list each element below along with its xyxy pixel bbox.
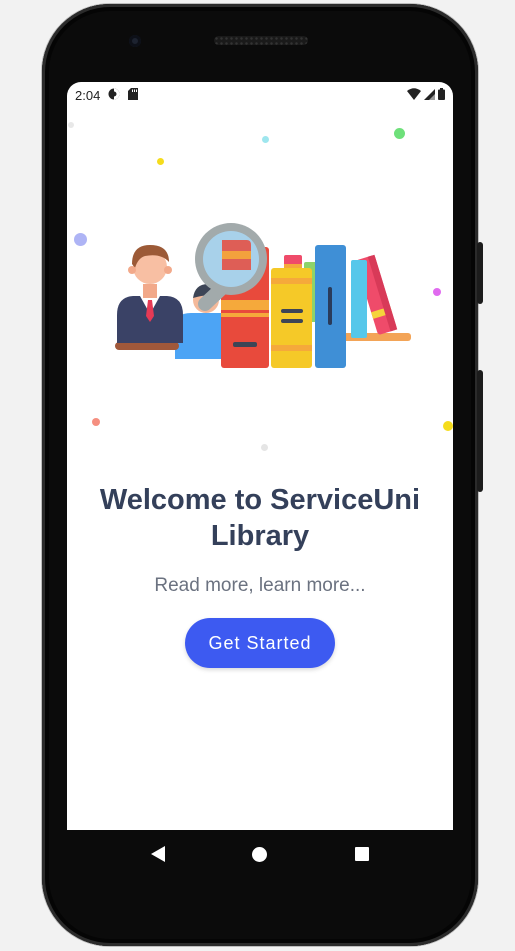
- confetti-dot: [261, 444, 268, 451]
- confetti-dot: [74, 233, 87, 246]
- data-saver-icon: [108, 88, 120, 103]
- confetti-dot: [157, 158, 164, 165]
- clock: 2:04: [75, 87, 101, 103]
- battery-icon: [438, 87, 445, 103]
- sd-card-icon: [128, 87, 139, 103]
- status-bar: 2:04: [67, 82, 453, 108]
- back-icon[interactable]: [150, 846, 165, 862]
- book-icon: [351, 260, 367, 338]
- cell-signal-icon: [424, 88, 435, 103]
- welcome-title: Welcome to ServiceUni Library: [99, 484, 421, 552]
- front-camera: [129, 35, 141, 47]
- confetti-dot: [68, 122, 74, 128]
- confetti-dot: [433, 288, 441, 296]
- person-man-icon: [115, 245, 183, 350]
- home-icon[interactable]: [252, 846, 268, 862]
- confetti-dot: [394, 128, 405, 139]
- navigation-bar: [67, 830, 453, 878]
- app-screen: 2:04 Welcome to ServiceUni Library Read …: [67, 82, 453, 830]
- power-button: [477, 242, 483, 304]
- confetti-dot: [92, 418, 100, 426]
- library-illustration: [115, 223, 411, 368]
- volume-button: [477, 370, 483, 492]
- welcome-subtitle: Read more, learn more...: [154, 575, 366, 596]
- earpiece-speaker: [214, 36, 308, 45]
- confetti-dot: [262, 136, 269, 143]
- get-started-button[interactable]: Get Started: [185, 618, 335, 668]
- yellow-book-icon: [271, 268, 312, 368]
- confetti-dot: [443, 421, 453, 431]
- wifi-icon: [407, 87, 421, 103]
- blue-book-icon: [315, 245, 346, 368]
- recents-icon[interactable]: [355, 847, 370, 861]
